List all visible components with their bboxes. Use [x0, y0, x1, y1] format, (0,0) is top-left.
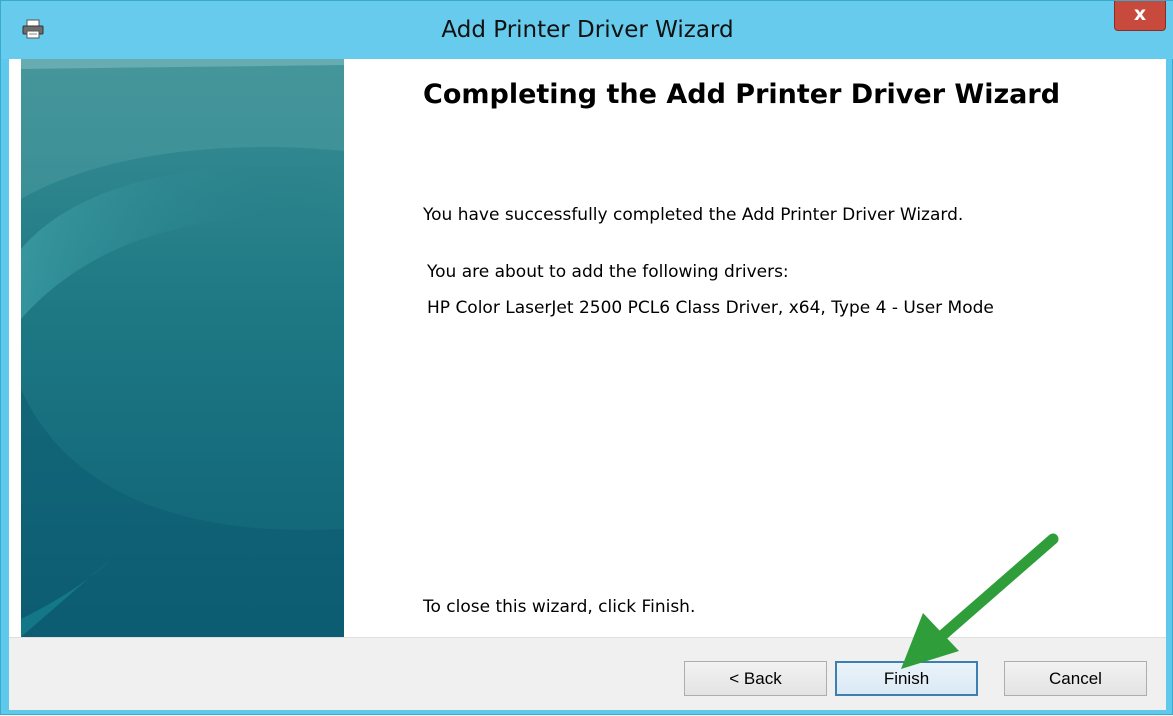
wizard-content: Completing the Add Printer Driver Wizard…	[354, 59, 1166, 637]
page-title: Completing the Add Printer Driver Wizard	[423, 79, 1061, 110]
title-bar[interactable]: Add Printer Driver Wizard x	[1, 1, 1173, 59]
close-hint-text: To close this wizard, click Finish.	[423, 597, 696, 617]
drivers-intro-text: You are about to add the following drive…	[427, 262, 789, 282]
wizard-button-bar: < Back Finish Cancel	[9, 637, 1166, 710]
driver-list-item: HP Color LaserJet 2500 PCL6 Class Driver…	[427, 298, 994, 318]
wizard-client-area: Completing the Add Printer Driver Wizard…	[9, 59, 1166, 710]
finish-button[interactable]: Finish	[835, 661, 978, 696]
back-button[interactable]: < Back	[684, 661, 827, 696]
success-message: You have successfully completed the Add …	[423, 205, 964, 225]
window-title: Add Printer Driver Wizard	[441, 17, 734, 43]
close-icon: x	[1133, 3, 1147, 25]
wizard-side-banner	[21, 59, 344, 637]
cancel-button[interactable]: Cancel	[1004, 661, 1147, 696]
wizard-window: Add Printer Driver Wizard x Completing t…	[0, 0, 1173, 715]
close-button[interactable]: x	[1114, 1, 1166, 31]
